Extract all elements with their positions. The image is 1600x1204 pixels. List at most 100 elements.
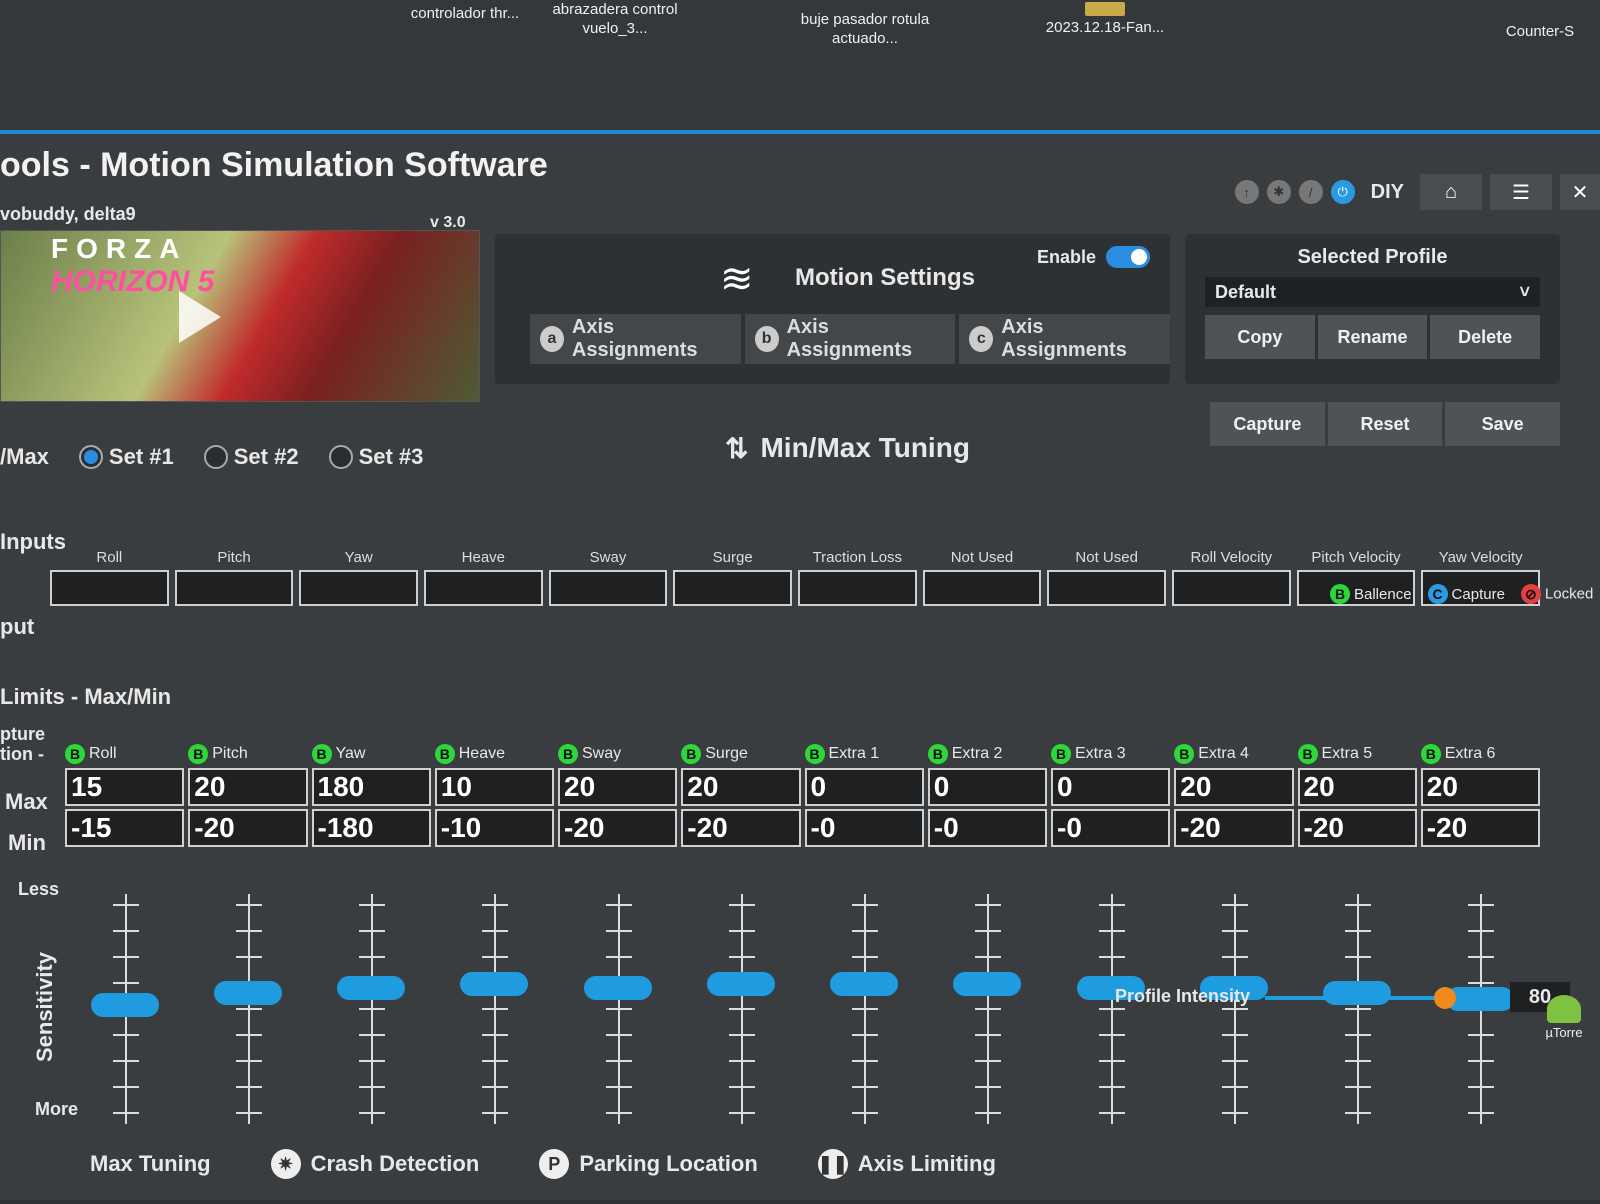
max-input[interactable]: 20 — [1174, 768, 1294, 806]
slider-thumb[interactable] — [460, 972, 529, 997]
balance-badge-icon[interactable]: B — [434, 744, 455, 764]
sensitivity-slider[interactable] — [435, 894, 554, 1124]
max-input[interactable]: 180 — [311, 768, 431, 806]
copy-button[interactable]: Copy — [1205, 315, 1315, 359]
sensitivity-slider[interactable] — [1051, 894, 1170, 1124]
desktop-icon-utorrent[interactable]: µTorre — [1528, 995, 1600, 1040]
min-input[interactable]: -20 — [188, 809, 308, 847]
desktop-icon[interactable]: 2023.12.18-Fan... — [1030, 2, 1180, 37]
sensitivity-slider[interactable] — [805, 894, 924, 1124]
input-value-box[interactable] — [1171, 570, 1291, 606]
input-value-box[interactable] — [1047, 570, 1166, 606]
input-value-box[interactable] — [922, 570, 1042, 606]
input-value-box[interactable] — [423, 570, 543, 606]
min-input[interactable]: -0 — [927, 809, 1047, 847]
max-input[interactable]: 20 — [558, 768, 678, 806]
bottom-tab[interactable]: Max Tuning — [90, 1151, 211, 1177]
radio-set-3[interactable]: Set #3 — [328, 444, 423, 470]
sensitivity-slider[interactable] — [188, 894, 307, 1124]
min-input[interactable]: -0 — [1051, 809, 1171, 847]
balance-badge-icon[interactable]: B — [65, 744, 85, 764]
tab-axis-assignments-a[interactable]: a Axis Assignments — [530, 314, 741, 364]
radio-set-1[interactable]: Set #1 — [78, 444, 174, 470]
max-input[interactable]: 10 — [434, 768, 554, 806]
balance-badge-icon[interactable]: B — [188, 744, 209, 764]
slider-thumb[interactable] — [337, 976, 406, 1001]
min-input[interactable]: -180 — [311, 809, 431, 847]
power-icon[interactable]: ⏻ — [1330, 180, 1355, 204]
slider-thumb[interactable] — [1323, 980, 1392, 1005]
enable-toggle[interactable] — [1106, 246, 1150, 268]
sensitivity-slider[interactable] — [681, 894, 800, 1124]
upload-icon[interactable]: ↑ — [1234, 180, 1259, 204]
play-icon[interactable] — [179, 291, 221, 343]
desktop-icon[interactable]: controlador thr... — [390, 4, 540, 23]
slider-thumb[interactable] — [90, 992, 159, 1017]
input-value-box[interactable] — [673, 570, 792, 606]
min-input[interactable]: -20 — [1297, 809, 1417, 847]
home-button[interactable]: ⌂ — [1420, 174, 1482, 210]
bottom-tab[interactable]: ❚❚ Axis Limiting — [818, 1149, 996, 1179]
game-banner[interactable]: FORZA HORIZON 5 — [0, 230, 480, 402]
slider-thumb[interactable] — [706, 972, 775, 997]
profile-intensity-slider[interactable] — [1265, 987, 1490, 1009]
tab-axis-assignments-b[interactable]: b Axis Assignments — [744, 314, 956, 364]
slider-thumb[interactable] — [583, 976, 652, 1001]
max-input[interactable]: 0 — [927, 768, 1047, 806]
bottom-tab[interactable]: P Parking Location — [539, 1149, 758, 1179]
min-input[interactable]: -20 — [681, 809, 801, 847]
slider-thumb[interactable] — [953, 972, 1022, 997]
menu-button[interactable]: ☰ — [1490, 174, 1552, 210]
sensitivity-slider[interactable] — [65, 894, 184, 1124]
max-input[interactable]: 20 — [188, 768, 308, 806]
desktop-icon[interactable]: Counter-S — [1480, 22, 1600, 41]
min-input[interactable]: -10 — [434, 809, 554, 847]
desktop-icon[interactable]: buje pasador rotula actuado... — [790, 10, 940, 48]
input-value-box[interactable] — [174, 570, 294, 606]
sensitivity-slider[interactable] — [1298, 894, 1417, 1124]
min-input[interactable]: -15 — [65, 809, 185, 847]
balance-badge-icon[interactable]: B — [1051, 744, 1071, 764]
slider-thumb[interactable] — [213, 980, 282, 1005]
input-value-box[interactable] — [299, 570, 418, 606]
input-value-box[interactable] — [797, 570, 917, 606]
balance-badge-icon[interactable]: B — [1297, 744, 1318, 764]
desktop-icon[interactable]: abrazadera control vuelo_3... — [540, 0, 690, 38]
gear-icon[interactable]: ✱ — [1266, 180, 1291, 204]
close-button[interactable]: ✕ — [1560, 174, 1600, 210]
sensitivity-slider[interactable] — [928, 894, 1047, 1124]
tab-axis-assignments-c[interactable]: c Axis Assignments — [959, 314, 1171, 364]
max-input[interactable]: 0 — [804, 768, 924, 806]
max-input[interactable]: 15 — [65, 768, 185, 806]
balance-badge-icon[interactable]: B — [804, 744, 825, 764]
balance-badge-icon[interactable]: B — [311, 744, 332, 764]
min-input[interactable]: -20 — [1420, 809, 1540, 847]
save-button[interactable]: Save — [1445, 402, 1561, 446]
max-input[interactable]: 20 — [681, 768, 801, 806]
min-input[interactable]: -20 — [558, 809, 678, 847]
max-input[interactable]: 0 — [1051, 768, 1171, 806]
balance-badge-icon[interactable]: B — [1420, 744, 1441, 764]
reset-button[interactable]: Reset — [1327, 402, 1443, 446]
input-value-box[interactable] — [548, 570, 668, 606]
pen-icon[interactable]: / — [1298, 180, 1323, 204]
balance-badge-icon[interactable]: B — [1174, 744, 1195, 764]
capture-button[interactable]: Capture — [1210, 402, 1325, 446]
bottom-tab[interactable]: ✷ Crash Detection — [270, 1149, 479, 1179]
min-input[interactable]: -0 — [804, 809, 924, 847]
max-input[interactable]: 20 — [1297, 768, 1417, 806]
max-input[interactable]: 20 — [1420, 768, 1540, 806]
slider-thumb[interactable] — [1434, 987, 1456, 1009]
radio-set-2[interactable]: Set #2 — [203, 444, 299, 470]
rename-button[interactable]: Rename — [1317, 315, 1428, 359]
sensitivity-slider[interactable] — [558, 894, 677, 1124]
min-input[interactable]: -20 — [1174, 809, 1294, 847]
balance-badge-icon[interactable]: B — [558, 744, 578, 764]
profile-dropdown[interactable]: Default ˅ — [1205, 277, 1540, 307]
sensitivity-slider[interactable] — [1174, 894, 1293, 1124]
sensitivity-slider[interactable] — [312, 894, 431, 1124]
delete-button[interactable]: Delete — [1430, 315, 1541, 359]
input-value-box[interactable] — [50, 570, 169, 606]
balance-badge-icon[interactable]: B — [927, 744, 948, 764]
balance-badge-icon[interactable]: B — [681, 744, 702, 764]
